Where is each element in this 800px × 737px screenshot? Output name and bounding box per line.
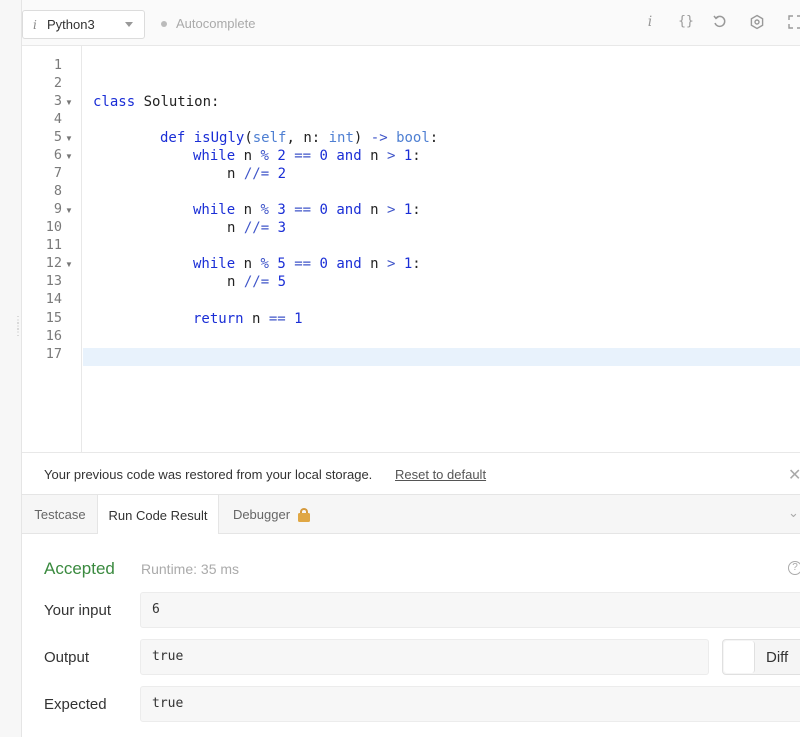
line-number: 15 xyxy=(45,310,62,326)
line-number: 14 xyxy=(45,291,62,307)
language-info-icon: i xyxy=(33,17,37,32)
code-line: n //= 2 xyxy=(227,166,287,182)
info-icon[interactable]: i xyxy=(645,14,655,34)
line-number: 6 xyxy=(53,147,62,163)
tab-label: Testcase xyxy=(34,507,86,522)
diff-toggle[interactable]: Diff xyxy=(722,639,800,675)
restore-notice: Your previous code was restored from you… xyxy=(22,452,800,494)
tab-testcase[interactable]: Testcase xyxy=(22,495,98,534)
line-number-gutter: 1 2 3 ▼ 4 5 ▼ 6 ▼ 7 8 9 ▼ 10 11 12 ▼ 13 … xyxy=(22,46,82,452)
language-label: Python3 xyxy=(47,17,95,32)
fold-arrow-icon[interactable]: ▼ xyxy=(65,260,73,269)
tab-label: Debugger xyxy=(232,507,291,522)
output-label: Output xyxy=(44,649,90,666)
reset-to-default-link[interactable]: Reset to default xyxy=(395,467,486,482)
code-editor[interactable]: 1 2 3 ▼ 4 5 ▼ 6 ▼ 7 8 9 ▼ 10 11 12 ▼ 13 … xyxy=(22,46,800,452)
fold-arrow-icon[interactable]: ▼ xyxy=(65,152,73,161)
resize-drag-handle[interactable]: ⋮ ⋮ ⋮ xyxy=(13,316,23,368)
line-number: 16 xyxy=(45,328,62,344)
panel-gutter: ⋮ ⋮ ⋮ xyxy=(0,0,23,737)
result-status: Accepted xyxy=(44,559,115,578)
code-line: return n == 1 xyxy=(193,311,303,327)
output-value: true xyxy=(152,649,184,664)
lock-icon xyxy=(297,508,311,522)
language-select[interactable]: i Python3 xyxy=(22,10,145,39)
input-label: Your input xyxy=(44,602,112,619)
expected-label: Expected xyxy=(44,696,107,713)
braces-icon[interactable]: {} xyxy=(676,14,696,34)
tab-debugger[interactable]: Debugger xyxy=(219,495,325,534)
diff-label: Diff xyxy=(766,649,789,666)
expected-value: true xyxy=(152,696,184,711)
fold-arrow-icon[interactable]: ▼ xyxy=(65,98,73,107)
result-tabs: Testcase Run Code Result Debugger ⌄ xyxy=(22,494,800,535)
run-result-panel: Accepted Runtime: 35 ms ? Your input 6 O… xyxy=(22,534,800,737)
autocomplete-toggle[interactable]: Autocomplete xyxy=(161,16,256,31)
line-number: 2 xyxy=(53,75,62,91)
line-number: 7 xyxy=(53,165,62,181)
runtime-text: Runtime: 35 ms xyxy=(141,561,240,577)
line-number: 3 xyxy=(53,93,62,109)
code-line: n //= 3 xyxy=(227,220,287,236)
chevron-down-icon xyxy=(125,22,133,27)
autocomplete-label: Autocomplete xyxy=(176,16,256,31)
code-line: n //= 5 xyxy=(227,274,287,290)
diff-toggle-knob xyxy=(724,641,755,673)
chevron-down-icon[interactable]: ⌄ xyxy=(788,505,799,521)
fullscreen-icon[interactable] xyxy=(785,14,800,34)
line-number: 10 xyxy=(45,219,62,235)
line-number: 4 xyxy=(53,111,62,127)
code-line: while n % 3 == 0 and n > 1: xyxy=(193,202,421,218)
fold-arrow-icon[interactable]: ▼ xyxy=(65,134,73,143)
undo-icon[interactable] xyxy=(710,14,730,34)
code-text-area[interactable]: class Solution: def isUgly(self, n: int)… xyxy=(83,46,800,452)
fold-arrow-icon[interactable]: ▼ xyxy=(65,206,73,215)
settings-icon[interactable] xyxy=(747,14,767,34)
line-number: 1 xyxy=(53,57,62,73)
line-number: 12 xyxy=(45,255,62,271)
tab-run-code-result[interactable]: Run Code Result xyxy=(97,495,219,535)
line-number: 11 xyxy=(45,237,62,253)
input-value: 6 xyxy=(152,602,160,617)
code-editor-window: ⋮ ⋮ ⋮ i Python3 Autocomplete i {} 1 2 3 ▼ xyxy=(0,0,800,737)
code-line: def isUgly(self, n: int) -> bool: xyxy=(160,130,439,146)
line-number: 13 xyxy=(45,273,62,289)
line-number: 5 xyxy=(53,129,62,145)
input-value-box: 6 xyxy=(140,592,800,628)
autocomplete-status-dot xyxy=(161,20,167,27)
restore-notice-text: Your previous code was restored from you… xyxy=(44,467,373,482)
help-icon[interactable]: ? xyxy=(788,561,800,575)
close-icon[interactable]: ✕ xyxy=(788,465,800,485)
line-number: 9 xyxy=(53,201,62,217)
line-number: 17 xyxy=(45,346,62,362)
active-line-highlight xyxy=(83,348,800,366)
code-line: while n % 5 == 0 and n > 1: xyxy=(193,256,421,272)
code-line: class Solution: xyxy=(93,94,220,110)
expected-value-box: true xyxy=(140,686,800,722)
editor-toolbar: i Python3 Autocomplete i {} xyxy=(22,0,800,46)
code-line: while n % 2 == 0 and n > 1: xyxy=(193,148,421,164)
tab-label: Run Code Result xyxy=(108,507,208,523)
output-value-box: true xyxy=(140,639,709,675)
line-number: 8 xyxy=(53,183,62,199)
